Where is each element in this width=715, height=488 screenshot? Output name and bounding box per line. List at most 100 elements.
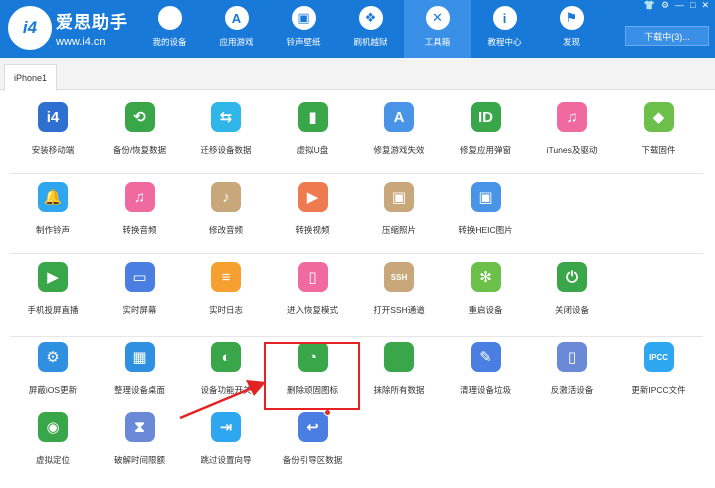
tool-label: 修复应用弹窗 (459, 145, 511, 155)
device-tab[interactable]: iPhone1 (4, 64, 58, 91)
tool-item[interactable]: ▦ 整理设备桌面 (97, 338, 183, 408)
tool-icon: ⟲ (124, 102, 155, 132)
top-bar: i4 爱思助手 www.i4.cn 我的设备 A 应用游戏 ▣ 铃声壁纸 ❖ 刷机越狱 ✕ 工具… (0, 0, 715, 58)
tool-item[interactable]: ▯ 进入恢复模式 (270, 258, 356, 328)
tool-label: 备份/恢复数据 (112, 145, 167, 155)
tool-item[interactable]: ↩ 备份引导区数据 (270, 408, 356, 478)
tool-label: 清理设备垃圾 (459, 385, 511, 395)
brand-name: 爱思助手 (56, 13, 128, 32)
tool-row-4: ◉ 虚拟定位 ⧗ 破解时间限额 ⇥ 跳过设置向导 ↩ 备份引导区数据 (10, 408, 703, 480)
tool-label: 下载固件 (641, 145, 676, 155)
nav-label: 刷机越狱 (353, 37, 388, 47)
tool-item[interactable]: 🔔 制作铃声 (10, 178, 96, 248)
tool-item[interactable]: ▭ 实时屏幕 (97, 258, 183, 328)
tool-icon: ▯ (557, 342, 587, 372)
download-progress-button[interactable]: 下载中(3)... (625, 26, 709, 46)
tool-icon: ♫ (557, 102, 587, 132)
brand-url: www.i4.cn (56, 36, 106, 48)
close-icon[interactable]: ✕ (701, 0, 709, 11)
tool-label: 转换音频 (122, 225, 157, 235)
tool-label: 反激活设备 (550, 385, 594, 395)
tool-item[interactable]: A 修复游戏失效 (356, 98, 442, 168)
tool-icon: ▮ (297, 102, 328, 132)
row-divider (10, 336, 703, 337)
tool-row-3: ⚙ 屏蔽iOS更新 ▦ 整理设备桌面 ◐ 设备功能开关 ◔ 删除顽固图标 抹除所有数据 ✎ 清理设备… (10, 338, 703, 410)
tool-item[interactable]: ◆ 下载固件 (616, 98, 702, 168)
tool-item[interactable]: ♫ iTunes及驱动 (529, 98, 615, 168)
tool-item[interactable]: ✎ 清理设备垃圾 (443, 338, 529, 408)
tool-item[interactable]: ID 修复应用弹窗 (443, 98, 529, 168)
tool-item[interactable]: ⏻ 关闭设备 (529, 258, 615, 328)
nav-item-3[interactable]: ❖ 刷机越狱 (337, 0, 404, 58)
tool-label: 压缩照片 (381, 225, 416, 235)
tool-row-1: 🔔 制作铃声 ♫ 转换音频 ♪ 修改音频 ▶ 转换视频 ▣ 压缩照片 ▣ 转换HEIC图片 (10, 178, 703, 254)
tool-label: 破解时间限额 (113, 455, 165, 465)
tool-item[interactable]: IPCC 更新IPCC文件 (616, 338, 702, 408)
tool-item[interactable]: ▶ 转换视频 (270, 178, 356, 248)
brand: 爱思助手 www.i4.cn (56, 8, 128, 48)
tool-item[interactable]: i4 安装移动端 (10, 98, 96, 168)
tool-icon: SSH (384, 262, 414, 292)
tool-item[interactable]: ▮ 虚拟U盘 (270, 98, 356, 168)
tool-icon (384, 342, 414, 372)
toolbox-icon: ✕ (425, 6, 450, 30)
tool-item[interactable]: ◉ 虚拟定位 (10, 408, 96, 478)
tool-item[interactable]: ⚙ 屏蔽iOS更新 (10, 338, 96, 408)
nav-label: 教程中心 (487, 37, 522, 47)
tool-item[interactable]: SSH 打开SSH通道 (356, 258, 442, 328)
apple-icon (157, 6, 182, 30)
tool-item[interactable]: ⇆ 迁移设备数据 (183, 98, 269, 168)
tool-label: 关闭设备 (554, 305, 589, 315)
settings-icon[interactable]: ⚙ (661, 0, 669, 11)
minimize-icon[interactable]: — (675, 0, 684, 11)
nav-item-4[interactable]: ✕ 工具箱 (404, 0, 471, 58)
maximize-icon[interactable]: □ (690, 0, 695, 11)
tool-icon: ▭ (124, 262, 155, 292)
tool-item[interactable]: ◔ 删除顽固图标 (270, 338, 356, 408)
tool-item[interactable]: ♪ 修改音频 (183, 178, 269, 248)
nav-label: 发现 (562, 37, 580, 47)
tool-item[interactable]: ♫ 转换音频 (97, 178, 183, 248)
tool-icon: ✎ (470, 342, 501, 372)
tool-icon: ◔ (297, 342, 328, 372)
tool-item[interactable]: ⟲ 备份/恢复数据 (97, 98, 183, 168)
tool-label: 迁移设备数据 (200, 145, 252, 155)
nav-item-1[interactable]: A 应用游戏 (203, 0, 270, 58)
tool-label: 整理设备桌面 (113, 385, 165, 395)
tool-icon: ▣ (470, 182, 501, 212)
tool-item[interactable]: ✻ 重启设备 (443, 258, 529, 328)
tool-icon: A (384, 102, 414, 132)
tool-icon: ♫ (124, 182, 155, 212)
tool-item[interactable]: ▣ 压缩照片 (356, 178, 442, 248)
device-tab-bar: iPhone1 (0, 58, 715, 91)
tool-label: 实时屏幕 (122, 305, 157, 315)
skin-icon[interactable]: 👕 (644, 0, 655, 11)
nav-item-6[interactable]: ⚑ 发现 (538, 0, 605, 58)
tool-label: iTunes及驱动 (546, 145, 598, 155)
tool-label: 虚拟U盘 (296, 145, 329, 155)
tool-item[interactable]: 抹除所有数据 (356, 338, 442, 408)
tool-icon: ⇥ (211, 412, 241, 442)
tool-icon: ▯ (297, 262, 328, 292)
tool-item[interactable]: ≡ 实时日志 (183, 258, 269, 328)
tool-icon: ♪ (211, 182, 241, 212)
tool-icon: ▶ (297, 182, 328, 212)
row-divider (10, 173, 703, 174)
tool-item[interactable]: ⇥ 跳过设置向导 (183, 408, 269, 478)
nav-item-2[interactable]: ▣ 铃声壁纸 (270, 0, 337, 58)
tool-icon: ▣ (384, 182, 414, 212)
tool-icon: ▦ (124, 342, 155, 372)
app-logo: i4 (8, 6, 52, 50)
appstore-icon: A (224, 6, 249, 30)
nav-label: 工具箱 (424, 37, 451, 47)
tool-item[interactable]: ◐ 设备功能开关 (183, 338, 269, 408)
tool-item[interactable]: ▶ 手机投屏直播 (10, 258, 96, 328)
nav-item-5[interactable]: i 教程中心 (471, 0, 538, 58)
tool-label: 修复游戏失效 (373, 145, 425, 155)
tool-label: 备份引导区数据 (282, 455, 343, 465)
tool-item[interactable]: ▣ 转换HEIC图片 (443, 178, 529, 248)
tool-label: 设备功能开关 (200, 385, 252, 395)
tool-item[interactable]: ▯ 反激活设备 (529, 338, 615, 408)
nav-item-0[interactable]: 我的设备 (136, 0, 203, 58)
tool-item[interactable]: ⧗ 破解时间限额 (97, 408, 183, 478)
